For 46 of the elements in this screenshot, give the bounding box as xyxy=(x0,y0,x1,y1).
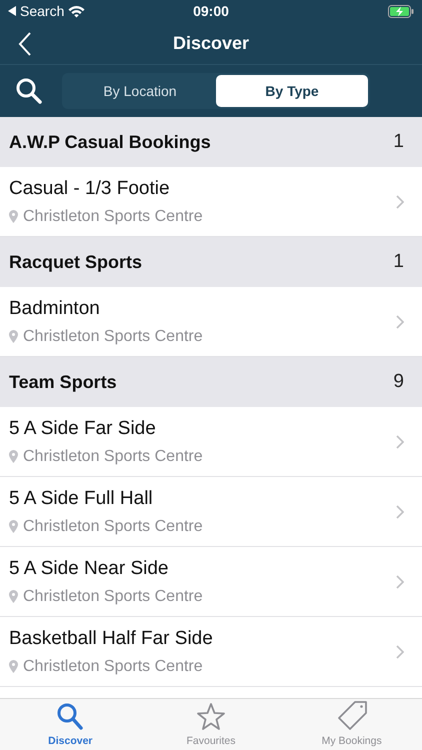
section-title: Racquet Sports xyxy=(9,252,142,272)
location-label: Christleton Sports Centre xyxy=(23,328,203,346)
chevron-right-icon xyxy=(396,574,404,588)
location-label: Christleton Sports Centre xyxy=(23,518,203,536)
section-count: 1 xyxy=(393,131,404,153)
facility-name: 5 A Side Far Side xyxy=(9,418,157,440)
status-time: 09:00 xyxy=(193,3,229,19)
location-pin-icon xyxy=(9,590,18,603)
facility-name: Badminton xyxy=(9,298,101,320)
location-label: Christleton Sports Centre xyxy=(23,448,203,466)
segment-tab[interactable]: By Location xyxy=(64,75,216,107)
tab-bar-item[interactable]: Discover xyxy=(0,699,141,750)
chevron-right-icon xyxy=(396,504,404,518)
chevron-right-icon xyxy=(396,644,404,658)
chevron-right-icon xyxy=(396,194,404,208)
location-pin-icon xyxy=(9,210,18,223)
location-label: Christleton Sports Centre xyxy=(23,208,203,226)
wifi-icon xyxy=(68,4,86,18)
segment-tab[interactable]: By Type xyxy=(216,75,368,107)
location-pin-icon xyxy=(9,520,18,533)
screen-title: Discover xyxy=(172,32,250,54)
section-title: A.W.P Casual Bookings xyxy=(9,132,211,152)
facility-name: 5 A Side Full Hall xyxy=(9,488,154,510)
section-count: 1 xyxy=(393,251,404,273)
location-pin-icon xyxy=(9,450,18,463)
section-count: 9 xyxy=(393,371,404,393)
facility-name: 5 A Side Near Side xyxy=(9,558,170,580)
search-button[interactable] xyxy=(14,76,44,106)
section-title: Team Sports xyxy=(9,372,117,392)
star-icon xyxy=(196,702,226,732)
facility-row[interactable]: 5 A Side Far Side Christleton Sports Centre xyxy=(0,407,422,477)
back-triangle-icon xyxy=(8,6,16,16)
facility-row[interactable]: Basketball Half Far Side Christleton Sports Centre xyxy=(0,617,422,687)
back-to-app-label[interactable]: Search xyxy=(20,3,64,19)
facility-name: Basketball Half Far Side xyxy=(9,628,213,650)
location-label: Christleton Sports Centre xyxy=(23,588,203,606)
location-pin-icon xyxy=(9,660,18,673)
location-pin-icon xyxy=(9,330,18,343)
facility-name: Casual - 1/3 Footie xyxy=(9,178,171,200)
chevron-right-icon xyxy=(396,434,404,448)
chevron-right-icon xyxy=(396,314,404,328)
location-label: Christleton Sports Centre xyxy=(23,658,203,676)
facility-row[interactable]: 5 A Side Full Hall Christleton Sports Centre xyxy=(0,477,422,547)
search-icon xyxy=(56,702,84,732)
battery-charging-icon xyxy=(388,4,414,18)
facility-row[interactable]: 5 A Side Near Side Christleton Sports Centre xyxy=(0,547,422,617)
